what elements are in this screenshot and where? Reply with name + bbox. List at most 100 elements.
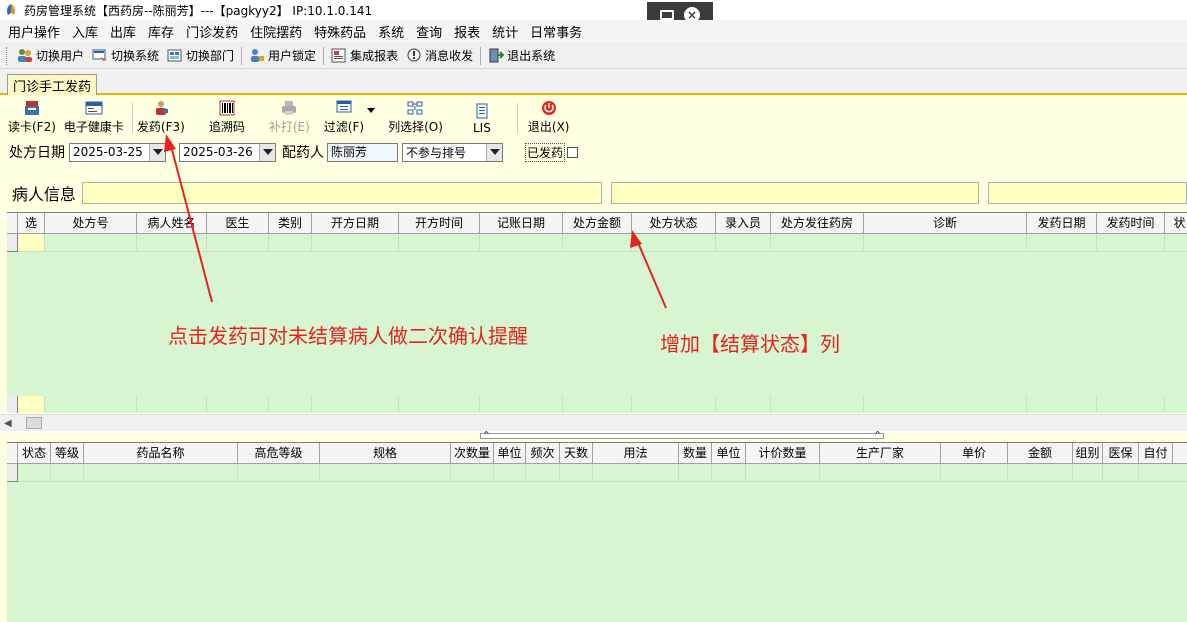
col-open-time[interactable]: 开方时间 bbox=[399, 213, 480, 233]
lis-button[interactable]: LIS bbox=[473, 97, 491, 137]
exit-button[interactable]: 退出(X) bbox=[528, 97, 569, 137]
cell[interactable] bbox=[207, 234, 269, 251]
col-group[interactable]: 组别 bbox=[1073, 443, 1103, 463]
exit-system-button[interactable]: 退出系统 bbox=[484, 47, 559, 64]
col-category[interactable]: 类别 bbox=[269, 213, 312, 233]
switch-dept-button[interactable]: 切换部门 bbox=[163, 47, 238, 64]
cell[interactable] bbox=[679, 464, 712, 481]
menu-daily[interactable]: 日常事务 bbox=[526, 22, 590, 41]
date-to-picker[interactable]: 2025-03-26 bbox=[179, 142, 276, 162]
col-open-date[interactable]: 开方日期 bbox=[312, 213, 399, 233]
menu-outpatient[interactable]: 门诊发药 bbox=[182, 22, 246, 41]
col-spec[interactable]: 规格 bbox=[320, 443, 451, 463]
cell[interactable] bbox=[864, 234, 1027, 251]
trace-code-button[interactable]: 追溯码 bbox=[209, 97, 245, 137]
col-billing-date[interactable]: 记账日期 bbox=[480, 213, 563, 233]
cell[interactable] bbox=[494, 464, 526, 481]
lock-user-button[interactable]: 用户锁定 bbox=[245, 47, 320, 64]
col-status-more[interactable]: 状 bbox=[1165, 213, 1187, 233]
col-patient-name[interactable]: 病人姓名 bbox=[137, 213, 207, 233]
cell[interactable] bbox=[18, 464, 51, 481]
report-button[interactable]: 集成报表 bbox=[327, 47, 402, 64]
cell[interactable] bbox=[593, 464, 679, 481]
cell[interactable] bbox=[771, 234, 864, 251]
patient-info-field-2[interactable] bbox=[610, 182, 980, 204]
col-target-pharmacy[interactable]: 处方发往药房 bbox=[771, 213, 864, 233]
col-grade[interactable]: 等级 bbox=[51, 443, 84, 463]
cell[interactable] bbox=[632, 234, 716, 251]
menu-system[interactable]: 系统 bbox=[374, 22, 412, 41]
cell[interactable] bbox=[1008, 464, 1073, 481]
cell[interactable] bbox=[45, 234, 137, 251]
col-quantity[interactable]: 数量 bbox=[679, 443, 712, 463]
cell[interactable] bbox=[1027, 234, 1097, 251]
menu-special-drugs[interactable]: 特殊药品 bbox=[310, 22, 374, 41]
cell[interactable] bbox=[563, 234, 632, 251]
cell[interactable] bbox=[84, 464, 238, 481]
cell[interactable] bbox=[312, 234, 399, 251]
col-diagnosis[interactable]: 诊断 bbox=[864, 213, 1027, 233]
col-frequency[interactable]: 频次 bbox=[526, 443, 560, 463]
read-card-button[interactable]: 读卡(F2) bbox=[8, 97, 56, 137]
col-unit[interactable]: 单位 bbox=[494, 443, 526, 463]
scroll-thumb[interactable] bbox=[26, 417, 42, 429]
cell[interactable] bbox=[746, 464, 820, 481]
scroll-left-icon[interactable]: ◀ bbox=[4, 418, 12, 429]
cell[interactable] bbox=[480, 234, 563, 251]
cell[interactable] bbox=[238, 464, 320, 481]
health-card-button[interactable]: 电子健康卡 bbox=[64, 97, 124, 137]
switch-user-button[interactable]: 切换用户 bbox=[13, 47, 88, 64]
menu-statistics[interactable]: 统计 bbox=[488, 22, 526, 41]
cell[interactable] bbox=[320, 464, 451, 481]
col-per-dose[interactable]: 次数量 bbox=[451, 443, 494, 463]
chevron-up-icon[interactable]: ^ bbox=[874, 430, 881, 439]
col-dispense-time[interactable]: 发药时间 bbox=[1097, 213, 1165, 233]
message-button[interactable]: 消息收发 bbox=[402, 47, 477, 64]
col-total[interactable]: 金额 bbox=[1008, 443, 1073, 463]
menu-stock[interactable]: 库存 bbox=[144, 22, 182, 41]
queue-select[interactable]: 不参与排号 bbox=[402, 142, 503, 162]
col-select[interactable]: 选 bbox=[18, 213, 45, 233]
pharmacist-field[interactable]: 陈丽芳 bbox=[327, 142, 398, 162]
filter-dropdown[interactable] bbox=[364, 97, 378, 137]
patient-info-field-3[interactable] bbox=[988, 182, 1187, 204]
menu-outbound[interactable]: 出库 bbox=[106, 22, 144, 41]
row-header[interactable] bbox=[7, 234, 18, 252]
cell[interactable] bbox=[399, 234, 480, 251]
col-usage[interactable]: 用法 bbox=[593, 443, 679, 463]
reprint-button[interactable]: 补打(E) bbox=[269, 97, 310, 137]
cell[interactable] bbox=[1073, 464, 1103, 481]
table-row[interactable] bbox=[7, 234, 1187, 252]
cell[interactable] bbox=[526, 464, 560, 481]
row-header[interactable] bbox=[7, 464, 18, 482]
cell[interactable] bbox=[560, 464, 593, 481]
cell[interactable] bbox=[712, 464, 746, 481]
date-from-picker[interactable]: 2025-03-25 bbox=[69, 142, 166, 162]
menu-inpatient[interactable]: 住院摆药 bbox=[246, 22, 310, 41]
column-select-button[interactable]: 列选择(O) bbox=[388, 97, 443, 137]
chevron-down-icon[interactable] bbox=[259, 143, 275, 161]
horizontal-scrollbar[interactable]: ◀ bbox=[0, 414, 1187, 431]
panel-splitter[interactable]: ^ ^ bbox=[480, 430, 884, 439]
switch-system-button[interactable]: 切换系统 bbox=[88, 47, 163, 64]
col-drug-status[interactable]: 状态 bbox=[18, 443, 51, 463]
col-doctor[interactable]: 医生 bbox=[207, 213, 269, 233]
col-prescription-no[interactable]: 处方号 bbox=[45, 213, 137, 233]
cast-icon[interactable] bbox=[660, 10, 674, 20]
patient-info-field-1[interactable] bbox=[81, 182, 602, 204]
col-risk-level[interactable]: 高危等级 bbox=[238, 443, 320, 463]
cell[interactable] bbox=[451, 464, 494, 481]
col-self-pay[interactable]: 自付 bbox=[1139, 443, 1173, 463]
col-amount[interactable]: 处方金额 bbox=[563, 213, 632, 233]
chevron-up-icon[interactable]: ^ bbox=[483, 430, 490, 439]
col-insurance[interactable]: 医保 bbox=[1103, 443, 1139, 463]
cell[interactable] bbox=[137, 234, 207, 251]
col-entry-clerk[interactable]: 录入员 bbox=[716, 213, 771, 233]
cell[interactable] bbox=[1097, 234, 1165, 251]
col-manufacturer[interactable]: 生产厂家 bbox=[820, 443, 941, 463]
table-row[interactable] bbox=[7, 464, 1187, 482]
cell[interactable] bbox=[820, 464, 941, 481]
dispensed-checkbox[interactable] bbox=[567, 146, 579, 158]
cell[interactable] bbox=[51, 464, 84, 481]
cell[interactable] bbox=[269, 234, 312, 251]
